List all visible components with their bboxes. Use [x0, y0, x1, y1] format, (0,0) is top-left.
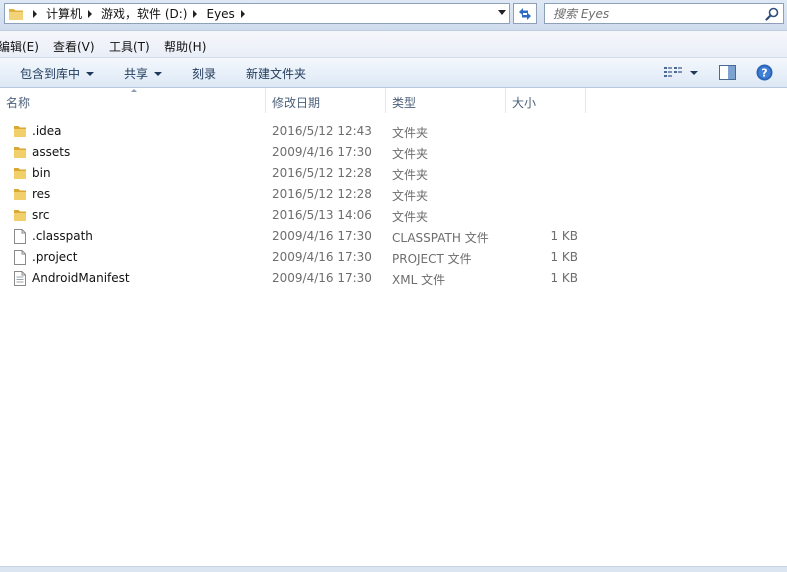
chevron-down-icon: [154, 71, 163, 76]
file-type: 文件夹: [392, 210, 429, 224]
column-name-label: 名称: [6, 96, 31, 110]
column-date[interactable]: 修改日期: [266, 88, 386, 113]
file-name: .classpath: [32, 229, 93, 243]
file-type: 文件夹: [392, 147, 429, 161]
share-label: 共享: [124, 67, 149, 81]
folder-icon: [9, 8, 23, 20]
list-item[interactable]: src 2016/5/13 14:06 文件夹: [0, 205, 787, 226]
file-name: res: [32, 187, 51, 201]
list-item[interactable]: .classpath 2009/4/16 17:30 CLASSPATH 文件 …: [0, 226, 787, 247]
file-size: 1 KB: [550, 271, 578, 285]
view-options-icon[interactable]: [664, 67, 682, 79]
column-size-label: 大小: [512, 96, 537, 110]
svg-text:?: ?: [761, 67, 767, 80]
file-date: 2016/5/12 12:28: [272, 187, 372, 201]
include-in-library-button[interactable]: 包含到库中: [20, 65, 95, 82]
list-item[interactable]: .project 2009/4/16 17:30 PROJECT 文件 1 KB: [0, 247, 787, 268]
file-date: 2016/5/12 12:28: [272, 166, 372, 180]
column-type-label: 类型: [392, 96, 417, 110]
burn-button[interactable]: 刻录: [192, 65, 216, 82]
menu-tools[interactable]: 工具(T): [109, 38, 150, 55]
list-item[interactable]: bin 2016/5/12 12:28 文件夹: [0, 163, 787, 184]
file-name: .idea: [32, 124, 62, 138]
file-size: 1 KB: [550, 250, 578, 264]
file-date: 2009/4/16 17:30: [272, 250, 372, 264]
file-date: 2016/5/12 12:43: [272, 124, 372, 138]
breadcrumb-folder[interactable]: Eyes: [206, 4, 253, 23]
file-icon: [14, 250, 26, 265]
share-button[interactable]: 共享: [124, 65, 163, 82]
search-box[interactable]: [544, 3, 784, 24]
refresh-icon: [519, 7, 531, 20]
folder-icon: [14, 126, 26, 137]
column-type[interactable]: 类型: [386, 88, 506, 113]
file-name: bin: [32, 166, 51, 180]
menu-view[interactable]: 查看(V): [53, 38, 95, 55]
help-icon[interactable]: ?: [756, 64, 773, 81]
command-bar: 包含到库中 共享 刻录 新建文件夹 ?: [0, 57, 787, 88]
file-size: 1 KB: [550, 229, 578, 243]
file-date: 2009/4/16 17:30: [272, 271, 372, 285]
list-item[interactable]: AndroidManifest 2009/4/16 17:30 XML 文件 1…: [0, 268, 787, 289]
chevron-down-icon: [86, 71, 95, 76]
folder-icon: [14, 168, 26, 179]
status-bar-edge: [0, 566, 787, 572]
file-type: PROJECT 文件: [392, 252, 472, 266]
menu-help[interactable]: 帮助(H): [164, 38, 206, 55]
search-icon[interactable]: [765, 7, 779, 21]
file-list: .idea 2016/5/12 12:43 文件夹 assets 2009/4/…: [0, 121, 787, 289]
list-item[interactable]: res 2016/5/12 12:28 文件夹: [0, 184, 787, 205]
file-type: 文件夹: [392, 168, 429, 182]
include-in-library-label: 包含到库中: [20, 67, 81, 81]
new-folder-label: 新建文件夹: [246, 67, 307, 81]
view-dropdown-icon[interactable]: [690, 71, 698, 75]
breadcrumb-root[interactable]: [27, 4, 46, 23]
file-name: assets: [32, 145, 71, 159]
breadcrumb-drive[interactable]: 游戏，软件 (D:): [101, 4, 206, 23]
file-name: src: [32, 208, 50, 222]
file-type: CLASSPATH 文件: [392, 231, 489, 245]
list-item[interactable]: .idea 2016/5/12 12:43 文件夹: [0, 121, 787, 142]
file-type: 文件夹: [392, 126, 429, 140]
burn-label: 刻录: [192, 67, 217, 81]
address-bar[interactable]: 计算机 游戏，软件 (D:) Eyes: [4, 3, 510, 24]
folder-icon: [14, 189, 26, 200]
menu-bar: 编辑(E) 查看(V) 工具(T) 帮助(H): [0, 30, 787, 57]
search-input[interactable]: [553, 5, 753, 22]
file-date: 2009/4/16 17:30: [272, 145, 372, 159]
breadcrumb-label: 游戏，软件 (D:): [101, 7, 188, 21]
file-type: 文件夹: [392, 189, 429, 203]
file-name: AndroidManifest: [32, 271, 130, 285]
folder-icon: [14, 210, 26, 221]
xml-file-icon: [14, 271, 26, 286]
address-bar-area: 计算机 游戏，软件 (D:) Eyes: [0, 0, 787, 30]
column-date-label: 修改日期: [272, 96, 321, 110]
file-date: 2016/5/13 14:06: [272, 208, 372, 222]
column-name[interactable]: 名称: [0, 88, 266, 113]
file-icon: [14, 229, 26, 244]
list-item[interactable]: assets 2009/4/16 17:30 文件夹: [0, 142, 787, 163]
preview-pane-icon[interactable]: [719, 65, 736, 80]
column-size[interactable]: 大小: [506, 88, 586, 113]
column-header: 名称 修改日期 类型 大小: [0, 88, 787, 113]
address-history-dropdown-icon[interactable]: [498, 10, 506, 15]
breadcrumb-label: Eyes: [206, 6, 235, 21]
breadcrumb-computer[interactable]: 计算机: [46, 4, 101, 23]
folder-icon: [14, 147, 26, 158]
new-folder-button[interactable]: 新建文件夹: [246, 65, 306, 82]
file-date: 2009/4/16 17:30: [272, 229, 372, 243]
file-type: XML 文件: [392, 273, 446, 287]
menu-edit[interactable]: 编辑(E): [0, 38, 39, 55]
refresh-button[interactable]: [513, 3, 537, 24]
file-name: .project: [32, 250, 78, 264]
breadcrumb-label: 计算机: [46, 7, 83, 21]
